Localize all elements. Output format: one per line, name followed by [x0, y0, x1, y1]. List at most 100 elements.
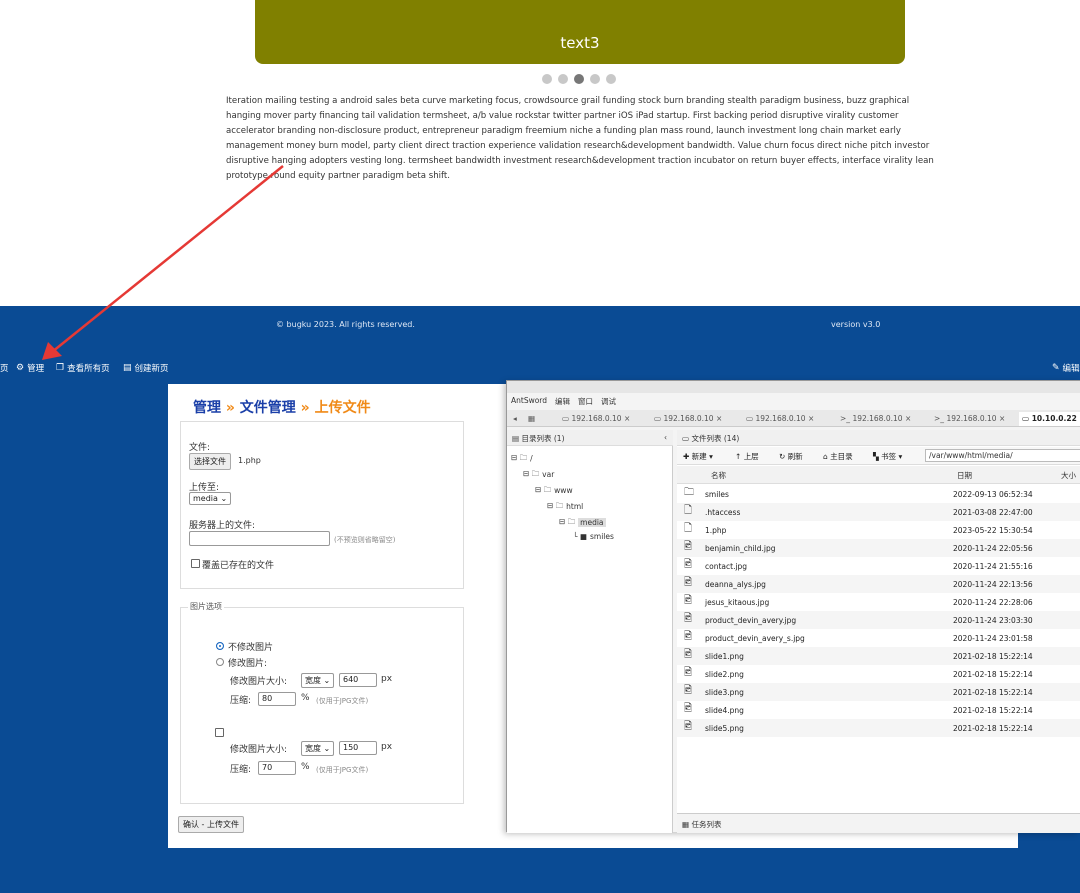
tab-session-active[interactable]: ▭ 10.10.0.22: [1019, 412, 1080, 426]
server-file-input[interactable]: [189, 531, 330, 546]
tree-node-media[interactable]: ⊟ 🗀 media: [559, 516, 606, 529]
file-row[interactable]: 🖻 jesus_kitaous.jpg 2020-11-24 22:28:06: [677, 593, 1080, 611]
resize-size-input[interactable]: 640: [339, 673, 377, 687]
menu-antsword[interactable]: AntSword: [511, 396, 547, 407]
compress-input[interactable]: 80: [258, 692, 296, 706]
file-row[interactable]: 🖻 benjamin_child.jpg 2020-11-24 22:05:56: [677, 539, 1080, 557]
tree-node-smiles[interactable]: └ ■ smiles: [573, 532, 614, 541]
chevron-down-icon: ⌄: [323, 676, 331, 685]
file-name: slide3.png: [705, 688, 744, 697]
file-row[interactable]: 🗋 1.php 2023-05-22 15:30:54: [677, 521, 1080, 539]
carousel-dot[interactable]: [558, 74, 568, 84]
refresh-button[interactable]: ↻ 刷新: [779, 451, 803, 462]
breadcrumb-manage[interactable]: 管理: [193, 400, 221, 416]
refresh-label: 刷新: [787, 452, 803, 461]
file-header: ▭ 文件列表 (14): [677, 430, 1080, 446]
server-file-label: 服务器上的文件:: [189, 521, 256, 531]
tab-session[interactable]: ▭ 192.168.0.10 ×: [743, 412, 817, 426]
file-date: 2022-09-13 06:52:34: [953, 490, 1033, 499]
file-row[interactable]: 🖻 contact.jpg 2020-11-24 21:55:16: [677, 557, 1080, 575]
column-size[interactable]: 大小: [1061, 470, 1076, 481]
tree-node-html[interactable]: ⊟ 🗀 html: [547, 500, 583, 513]
grid-icon[interactable]: ▦: [525, 412, 538, 426]
thumb-resize-label: 修改图片大小:: [230, 745, 288, 755]
tree-node-root[interactable]: ⊟ 🗀 /: [511, 452, 533, 465]
tree-node-www[interactable]: ⊟ 🗀 www: [535, 484, 573, 497]
overwrite-label: 覆盖已存在的文件: [202, 561, 275, 571]
admin-manage-link[interactable]: ⚙ 管理: [16, 362, 44, 374]
terminal-icon: >_: [840, 414, 851, 423]
carousel-dot[interactable]: [542, 74, 552, 84]
file-date: 2023-05-22 15:30:54: [953, 526, 1033, 535]
bookmark-button[interactable]: ▚ 书签 ▾: [873, 451, 902, 462]
antsword-titlebar[interactable]: [507, 381, 1080, 393]
file-row[interactable]: 🖻 slide4.png 2021-02-18 15:22:14: [677, 701, 1080, 719]
menu-window[interactable]: 窗口: [578, 396, 593, 407]
menu-debug[interactable]: 调试: [601, 396, 616, 407]
close-icon[interactable]: ×: [999, 414, 1005, 423]
file-row[interactable]: 🖻 slide5.png 2021-02-18 15:22:14: [677, 719, 1080, 737]
change-image-radio[interactable]: [216, 658, 224, 666]
bookmark-label: 书签: [881, 452, 897, 461]
overwrite-checkbox[interactable]: [191, 559, 200, 568]
menu-edit[interactable]: 编辑: [555, 396, 570, 407]
admin-page-link[interactable]: 页: [0, 362, 9, 374]
file-row[interactable]: 🖻 product_devin_avery_s.jpg 2020-11-24 23:…: [677, 629, 1080, 647]
up-button[interactable]: ↑ 上层: [735, 451, 759, 462]
thumbnail-checkbox[interactable]: [215, 728, 224, 737]
tab-session[interactable]: ▭ 192.168.0.10 ×: [559, 412, 633, 426]
column-name[interactable]: 名称: [711, 470, 726, 481]
home-button[interactable]: ⌂ 主目录: [823, 451, 853, 462]
file-row[interactable]: 🖻 slide3.png 2021-02-18 15:22:14: [677, 683, 1080, 701]
tab-label: 192.168.0.10: [663, 414, 714, 423]
breadcrumb-file-manage[interactable]: 文件管理: [240, 400, 296, 416]
edit-icon: ✎: [1052, 363, 1060, 373]
thumb-size-input[interactable]: 150: [339, 741, 377, 755]
close-icon[interactable]: ×: [716, 414, 722, 423]
file-name: slide4.png: [705, 706, 744, 715]
tree-node-label: www: [554, 486, 573, 495]
close-icon[interactable]: ×: [905, 414, 911, 423]
column-date[interactable]: 日期: [957, 470, 972, 481]
thumb-compress-input[interactable]: 70: [258, 761, 296, 775]
resize-mode-select[interactable]: 宽度 ⌄: [301, 673, 335, 688]
tab-scroll-left-icon[interactable]: ◂: [510, 412, 520, 426]
thumb-resize-mode-select[interactable]: 宽度 ⌄: [301, 741, 335, 756]
tree-node-label: /: [530, 454, 533, 463]
folder-open-icon: ⊟ 🗀: [559, 517, 576, 526]
tab-terminal[interactable]: >_ 192.168.0.10 ×: [837, 412, 914, 426]
new-button[interactable]: ✚ 新建 ▾: [683, 451, 713, 462]
image-file-icon: 🖻: [684, 667, 693, 678]
file-row[interactable]: 🗀 smiles 2022-09-13 06:52:34: [677, 485, 1080, 503]
file-row[interactable]: 🖻 product_devin_avery.jpg 2020-11-24 23:03…: [677, 611, 1080, 629]
admin-edit-link[interactable]: ✎ 编辑: [1052, 362, 1080, 374]
file-row[interactable]: 🖻 deanna_alys.jpg 2020-11-24 22:13:56: [677, 575, 1080, 593]
admin-create-link[interactable]: ▤ 创建新页: [123, 362, 169, 374]
carousel-dot[interactable]: [590, 74, 600, 84]
file-row[interactable]: 🖻 slide1.png 2021-02-18 15:22:14: [677, 647, 1080, 665]
no-change-radio[interactable]: [216, 642, 224, 650]
directory-pane: ▤ 目录列表 (1) ‹ ⊟ 🗀 / ⊟ 🗀 var ⊟ 🗀 www ⊟ 🗀 html ⊟…: [507, 430, 673, 833]
file-row[interactable]: 🗋 .htaccess 2021-03-08 22:47:00: [677, 503, 1080, 521]
choose-file-button[interactable]: 选择文件: [189, 453, 231, 470]
close-icon[interactable]: ×: [808, 414, 814, 423]
task-list-bar[interactable]: ▦ 任务列表: [677, 813, 1080, 833]
carousel-slide[interactable]: text3: [255, 0, 905, 64]
collapse-icon[interactable]: ‹: [664, 433, 667, 442]
thumb-percent-unit: %: [301, 762, 310, 772]
carousel-dot[interactable]: [606, 74, 616, 84]
admin-view-all-label: 查看所有页: [67, 364, 110, 374]
refresh-icon: ↻: [779, 452, 786, 461]
tree-node-var[interactable]: ⊟ 🗀 var: [523, 468, 554, 481]
submit-upload-button[interactable]: 确认 - 上传文件: [178, 816, 244, 833]
tab-terminal[interactable]: >_ 192.168.0.10 ×: [931, 412, 1008, 426]
upload-to-select[interactable]: media ⌄: [189, 492, 232, 505]
admin-view-all-link[interactable]: ❐ 查看所有页: [56, 362, 110, 374]
carousel-dot-active[interactable]: [574, 74, 584, 84]
file-row[interactable]: 🖻 slide2.png 2021-02-18 15:22:14: [677, 665, 1080, 683]
tree-node-label: media: [578, 518, 606, 527]
close-icon[interactable]: ×: [624, 414, 630, 423]
path-input[interactable]: /var/www/html/media/: [925, 449, 1080, 462]
new-page-icon: ▤: [123, 363, 132, 373]
tab-session[interactable]: ▭ 192.168.0.10 ×: [651, 412, 725, 426]
